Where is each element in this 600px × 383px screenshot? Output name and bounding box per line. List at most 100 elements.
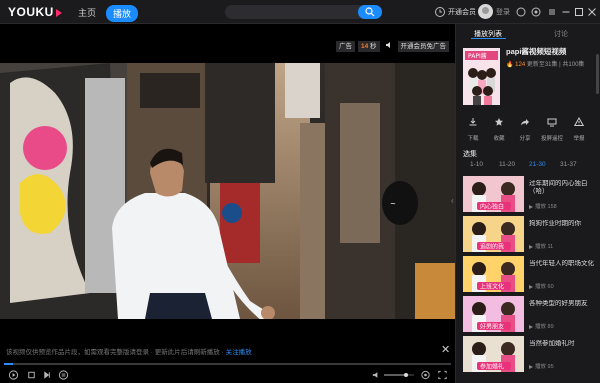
settings-gear-icon[interactable] [420, 369, 431, 381]
notice-message: 该视频仅供预览作品片段，如需观看完整版请登录 · 更新此片后请刷新播放 · [6, 349, 226, 356]
sidebar-tabs: 播放列表 讨论 [456, 24, 600, 41]
share-label: 分享 [519, 136, 531, 142]
fire-icon: 🔥 [506, 62, 514, 68]
nav-play[interactable]: 播放 [106, 5, 139, 22]
thumbnail-caption: 追剧的我 [480, 243, 504, 251]
settings-icon[interactable] [530, 6, 542, 18]
episode-play-count: 播放 158 [535, 204, 557, 210]
notice-text: 该视频仅供预览作品片段，如需观看完整版请登录 · 更新此片后请刷新播放 · 关注… [6, 346, 252, 356]
download-icon [469, 118, 477, 126]
favorite-label: 收藏 [493, 136, 505, 142]
episode-thumbnail: 追剧的我 [463, 216, 524, 252]
ad-countdown-number: 14 [360, 42, 369, 50]
close-icon[interactable] [586, 6, 598, 18]
play-count-icon [529, 324, 533, 329]
thumbnail-art: 好男朋友 [463, 296, 524, 332]
sidebar-scrollbar[interactable] [596, 54, 599, 94]
search-input[interactable] [231, 5, 351, 19]
range-tab[interactable]: 21-30 [529, 161, 546, 168]
ad-bar: 广告 14 秒 开通会员免广告 [335, 40, 449, 52]
show-update-info: 更新至31集 | 共100集 [526, 62, 585, 68]
player-app: YOUKU 主页 播放 开通会员 登录 广告 14 秒 开通会员免广告 ~ 该视… [0, 0, 600, 383]
episode-play-count: 播放 60 [535, 284, 554, 290]
share-icon [521, 119, 529, 126]
volume-control-icon[interactable] [371, 369, 382, 381]
play-count-icon [529, 204, 533, 209]
list-item[interactable]: 好男朋友 各种类型的好男朋友播放 89 [463, 296, 599, 332]
list-item[interactable]: 上班文化 当代年轻人的职场文化播放 60 [463, 256, 599, 292]
svg-text:~: ~ [390, 200, 396, 208]
youku-logo[interactable]: YOUKU [8, 5, 62, 19]
episode-thumbnail: 好男朋友 [463, 296, 524, 332]
notice-link[interactable]: 关注播放 [226, 349, 252, 356]
ad-countdown-unit: 秒 [370, 42, 377, 50]
play-circle-icon[interactable] [8, 369, 19, 381]
episode-thumbnail: 参加婚礼 [463, 336, 524, 372]
action-row: 下载 收藏 分享 投屏遥控 举报 [456, 114, 600, 142]
search-button[interactable] [358, 5, 382, 19]
volume-slider[interactable] [384, 369, 414, 381]
range-tab[interactable]: 11-20 [499, 161, 515, 168]
range-tab[interactable]: 1-10 [470, 161, 483, 168]
thumbnail-art: 内心独白 [463, 176, 524, 212]
fullscreen-icon[interactable] [437, 369, 448, 381]
minimize-icon[interactable] [560, 6, 572, 18]
next-icon[interactable] [42, 369, 53, 381]
download-button[interactable]: 下载 [461, 114, 485, 142]
clock-icon[interactable] [434, 6, 446, 18]
episode-plays: 播放 60 [529, 282, 554, 290]
cast-button[interactable]: 投屏遥控 [540, 114, 564, 142]
download-label: 下载 [467, 136, 479, 142]
episode-thumbnail: 内心独白 [463, 176, 524, 212]
show-title[interactable]: papi酱视频短视频 [506, 46, 566, 57]
play-count-icon [529, 364, 533, 369]
thumbnail-art: 参加婚礼 [463, 336, 524, 372]
star-icon [495, 118, 503, 126]
thumbnail-caption: 上班文化 [480, 283, 504, 291]
warning-icon [573, 116, 585, 126]
thumbnail-art: 上班文化 [463, 256, 524, 292]
favorite-button[interactable]: 收藏 [487, 114, 511, 142]
episode-title: 各种类型的好男朋友 [529, 300, 588, 307]
poster-art: PAPI酱 [463, 48, 500, 105]
share-button[interactable]: 分享 [513, 114, 537, 142]
cast-label: 投屏遥控 [540, 136, 563, 142]
tab-underline [471, 38, 506, 39]
ad-countdown: 14 秒 [357, 40, 380, 52]
video-player[interactable]: 广告 14 秒 开通会员免广告 ~ 该视频仅供预览作品片段，如需观看完整版请登录… [0, 24, 455, 383]
video-scene: ~ [0, 63, 455, 319]
ad-label: 广告 [335, 40, 355, 52]
tab-discussion[interactable]: 讨论 [554, 29, 568, 39]
playlist-icon[interactable] [58, 369, 69, 381]
vip-link[interactable]: 开通会员 [448, 7, 476, 17]
episode-ranges: 1-10 11-20 21-30 31-37 [456, 161, 600, 171]
skin-icon[interactable] [515, 6, 527, 18]
ad-volume-button[interactable] [383, 41, 395, 52]
list-item[interactable]: 内心独白 过年期间的内心独白（哈） 播放 158 [463, 176, 599, 212]
show-poster[interactable]: PAPI酱 [463, 48, 500, 105]
search-icon [365, 7, 375, 17]
nav-home[interactable]: 主页 [78, 6, 96, 19]
range-tab[interactable]: 31-37 [560, 161, 577, 168]
menu-icon[interactable] [546, 6, 558, 18]
login-link[interactable]: 登录 [496, 7, 510, 17]
skip-ad-button[interactable]: 开通会员免广告 [397, 40, 449, 52]
maximize-icon[interactable] [573, 6, 585, 18]
list-item[interactable]: 参加婚礼 当然参加婚礼时 播放 95 [463, 336, 599, 372]
sidebar: 播放列表 讨论 PAPI酱 papi酱视频短视频 🔥 124 更新至31集 | … [455, 24, 600, 383]
thumbnail-caption: 参加婚礼 [480, 363, 504, 371]
episode-play-count: 播放 89 [535, 324, 554, 330]
show-score: 124 [515, 62, 526, 68]
episode-plays: 播放 89 [529, 322, 554, 330]
list-item[interactable]: 追剧的我 狗狗作业时期的你 播放 11 [463, 216, 599, 252]
notice-close-icon[interactable]: ✕ [441, 343, 450, 356]
episode-play-count: 播放 11 [535, 244, 554, 250]
poster-title: PAPI酱 [468, 52, 487, 60]
play-count-icon [529, 284, 533, 289]
video-frame[interactable]: ~ [0, 63, 455, 319]
stop-icon[interactable] [26, 369, 37, 381]
episode-title: 当代年轻人的职场文化 [529, 260, 594, 267]
progress-bar[interactable] [4, 363, 451, 365]
report-button[interactable]: 举报 [567, 114, 591, 142]
avatar[interactable] [478, 4, 493, 19]
